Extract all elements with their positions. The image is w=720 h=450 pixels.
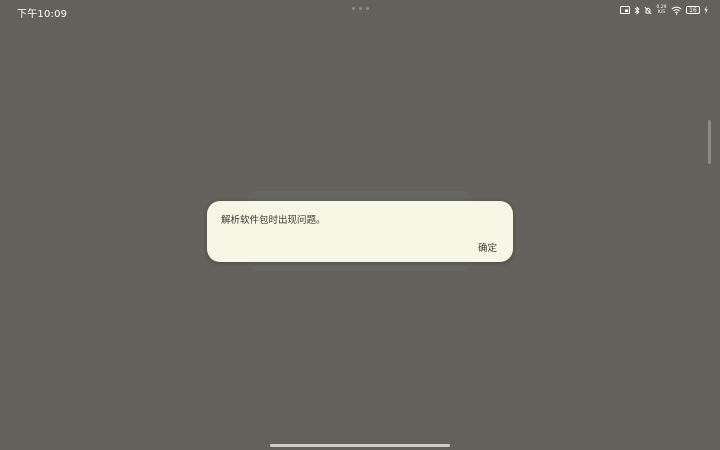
dot-icon (366, 7, 369, 10)
confirm-button[interactable]: 确定 (472, 237, 503, 257)
status-time: 下午10:09 (17, 9, 68, 20)
bluetooth-icon (634, 5, 640, 15)
gesture-navigation-handle[interactable] (270, 444, 450, 447)
multi-window-dots-icon[interactable] (352, 7, 369, 10)
wifi-icon (671, 6, 682, 15)
status-bar: 下午10:09 0.29 K/S 16 (0, 0, 720, 22)
battery-icon: 16 (686, 6, 700, 14)
charging-icon (704, 6, 708, 14)
error-dialog: 解析软件包时出现问题。 确定 (207, 201, 513, 262)
net-speed-unit: K/S (657, 10, 666, 15)
dot-icon (352, 7, 355, 10)
dialog-message: 解析软件包时出现问题。 (221, 215, 326, 226)
silent-icon (644, 6, 652, 14)
net-speed: 0.29 K/S (656, 5, 667, 15)
screen: 下午10:09 0.29 K/S 16 解析软件包时出现问题。 确定 (0, 0, 720, 450)
scrollbar[interactable] (708, 120, 711, 164)
battery-level: 16 (689, 6, 697, 14)
dot-icon (359, 7, 362, 10)
tablet-icon (620, 5, 630, 14)
status-icons: 0.29 K/S 16 (620, 5, 708, 15)
